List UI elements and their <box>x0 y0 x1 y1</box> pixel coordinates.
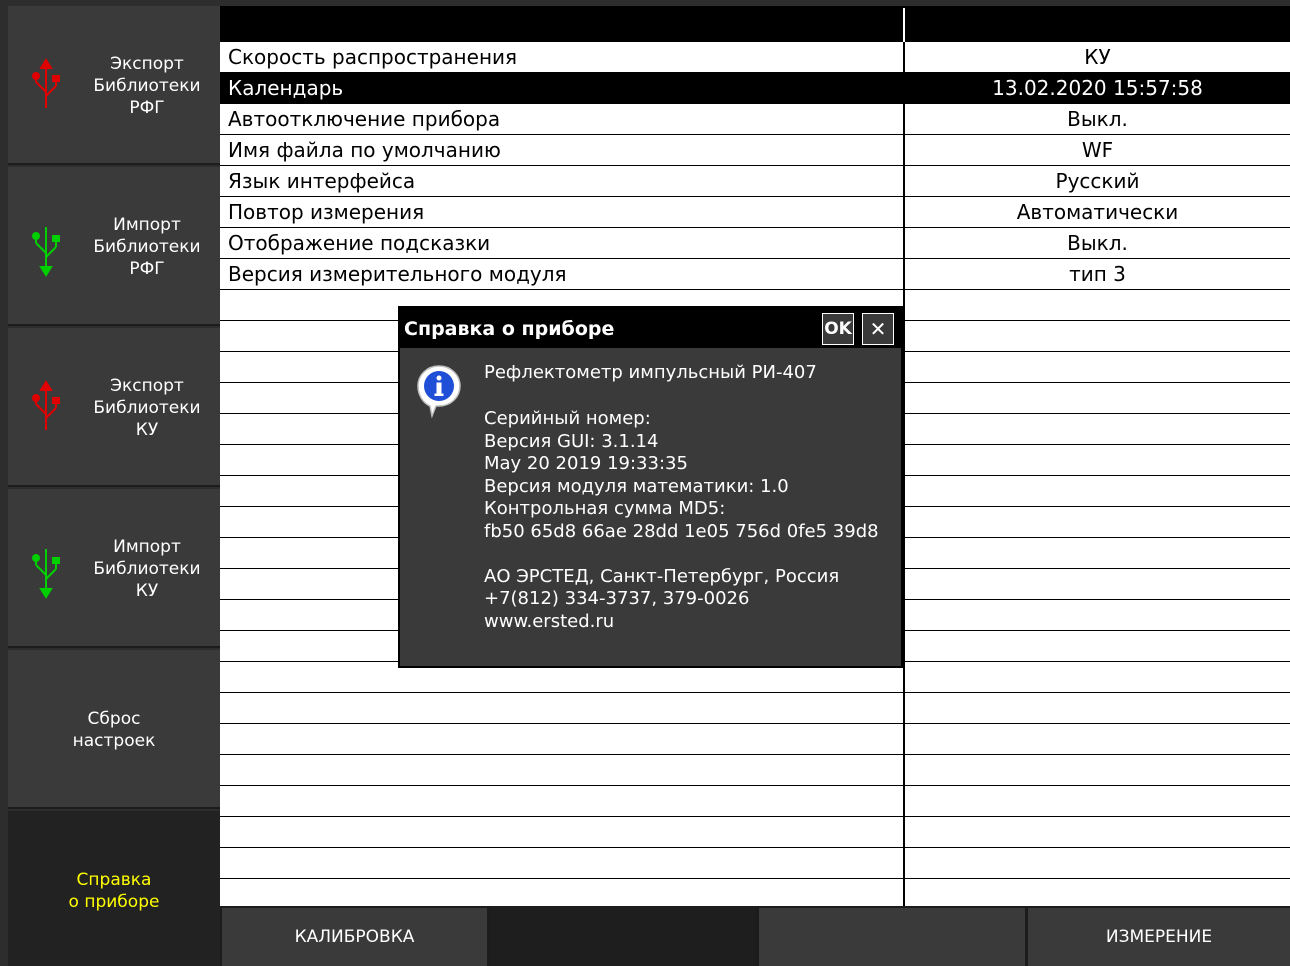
export-ku-library-button[interactable]: Экспорт Библиотеки КУ <box>8 328 220 487</box>
table-row <box>220 755 1290 786</box>
bottom-toolbar: КАЛИБРОВКА ИЗМЕРЕНИЕ <box>220 906 1290 966</box>
sidebar-item-label: Импорт Библиотеки РФГ <box>93 215 201 279</box>
website-link: www.ersted.ru <box>484 610 615 632</box>
setting-value: тип 3 <box>1069 262 1126 286</box>
table-row <box>220 786 1290 817</box>
phone-numbers: +7(812) 334-3737, 379-0026 <box>484 588 750 609</box>
setting-name: Скорость распространения <box>228 45 518 69</box>
usb-import-icon <box>32 227 60 277</box>
setting-value: WF <box>1081 138 1114 162</box>
serial-number-label: Серийный номер: <box>484 408 651 429</box>
table-header <box>220 6 1290 42</box>
table-row <box>220 724 1290 755</box>
usb-export-icon <box>32 58 60 108</box>
setting-name: Язык интерфейса <box>228 169 416 193</box>
export-rfg-library-button[interactable]: Экспорт Библиотеки РФГ <box>8 6 220 165</box>
table-row[interactable]: Повтор измерения Автоматически <box>220 197 1290 228</box>
table-row <box>220 817 1290 848</box>
table-row <box>220 848 1290 879</box>
device-info-button[interactable]: Справка о приборе <box>8 811 220 966</box>
md5-label: Контрольная сумма MD5: <box>484 498 726 519</box>
table-row[interactable]: Язык интерфейса Русский <box>220 166 1290 197</box>
setting-name: Версия измерительного модуля <box>228 262 567 286</box>
setting-name: Повтор измерения <box>228 200 425 224</box>
usb-export-icon <box>32 380 60 430</box>
reset-settings-button[interactable]: Сброс настроек <box>8 650 220 809</box>
dialog-title: Справка о приборе <box>404 318 615 340</box>
setting-value: Автоматически <box>1016 200 1179 224</box>
table-row[interactable]: Автоотключение прибора Выкл. <box>220 104 1290 135</box>
sidebar-item-label: Справка о приборе <box>68 870 160 912</box>
dialog-titlebar: Справка о приборе OK ✕ <box>400 308 901 348</box>
table-row[interactable]: Версия измерительного модуля тип 3 <box>220 259 1290 290</box>
setting-value: Выкл. <box>1067 107 1128 131</box>
table-row[interactable]: Имя файла по умолчанию WF <box>220 135 1290 166</box>
setting-name: Имя файла по умолчанию <box>228 138 501 162</box>
sidebar: Экспорт Библиотеки РФГ Импорт Библиотеки… <box>8 6 220 966</box>
setting-value: КУ <box>1084 45 1111 69</box>
close-icon[interactable]: ✕ <box>862 313 894 345</box>
sidebar-item-label: Экспорт Библиотеки КУ <box>93 376 201 440</box>
device-info-dialog: Справка о приборе OK ✕ Рефлектометр импу… <box>398 306 903 668</box>
gui-version: Версия GUI: 3.1.14 <box>484 430 659 452</box>
bottom-empty-button-1[interactable] <box>490 908 756 966</box>
company-info: АО ЭРСТЕД, Санкт-Петербург, Россия <box>484 565 840 587</box>
setting-name: Календарь <box>228 76 344 100</box>
setting-value: Выкл. <box>1067 231 1128 255</box>
md5-checksum: fb50 65d8 66ae 28dd 1e05 756d 0fe5 39d8 <box>484 520 879 542</box>
table-row[interactable]: Отображение подсказки Выкл. <box>220 228 1290 259</box>
bottom-empty-button-2[interactable] <box>759 908 1025 966</box>
math-module-version: Версия модуля математики: 1.0 <box>484 475 789 497</box>
setting-value: 13.02.2020 15:57:58 <box>992 76 1203 100</box>
sidebar-item-label: Импорт Библиотеки КУ <box>93 537 201 601</box>
import-rfg-library-button[interactable]: Импорт Библиотеки РФГ <box>8 167 220 326</box>
table-row[interactable]: Скорость распространения КУ <box>220 42 1290 73</box>
column-divider <box>903 42 905 906</box>
setting-name: Отображение подсказки <box>228 231 491 255</box>
import-ku-library-button[interactable]: Импорт Библиотеки КУ <box>8 489 220 648</box>
calibration-button[interactable]: КАЛИБРОВКА <box>222 908 487 966</box>
build-date: May 20 2019 19:33:35 <box>484 453 688 474</box>
setting-name: Автоотключение прибора <box>228 107 501 131</box>
usb-import-icon <box>32 549 60 599</box>
setting-value: Русский <box>1055 169 1140 193</box>
device-name: Рефлектометр импульсный РИ-407 <box>484 362 817 383</box>
table-row <box>220 693 1290 724</box>
sidebar-item-label: Экспорт Библиотеки РФГ <box>93 54 201 118</box>
ok-button[interactable]: OK <box>822 313 854 345</box>
sidebar-item-label: Сброс настроек <box>72 709 156 751</box>
table-row[interactable]: Календарь 13.02.2020 15:57:58 <box>220 73 1290 104</box>
info-icon <box>417 365 461 418</box>
measurement-button[interactable]: ИЗМЕРЕНИЕ <box>1028 908 1290 966</box>
